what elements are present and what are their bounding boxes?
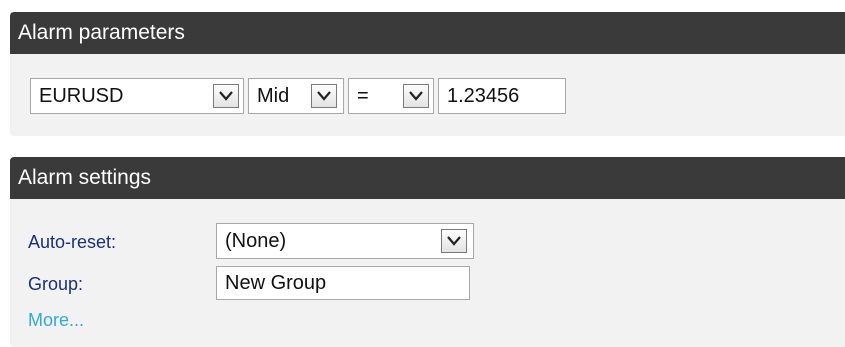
chevron-down-icon[interactable] bbox=[311, 84, 337, 108]
price-type-select-value: Mid bbox=[257, 85, 290, 107]
auto-reset-select-value: (None) bbox=[225, 230, 287, 252]
alarm-settings-panel: Alarm settings Auto-reset: (None) Group:… bbox=[10, 157, 845, 347]
group-input[interactable]: New Group bbox=[216, 266, 470, 300]
group-label: Group: bbox=[28, 274, 84, 294]
alarm-settings-header: Alarm settings bbox=[10, 157, 845, 199]
symbol-select[interactable]: EURUSD bbox=[30, 78, 244, 114]
operator-select-value: = bbox=[357, 85, 369, 107]
alarm-parameters-header: Alarm parameters bbox=[10, 12, 845, 54]
price-type-select[interactable]: Mid bbox=[248, 78, 344, 114]
chevron-down-icon[interactable] bbox=[441, 229, 467, 253]
auto-reset-select[interactable]: (None) bbox=[216, 223, 474, 259]
price-input[interactable]: 1.23456 bbox=[438, 78, 566, 114]
symbol-select-value: EURUSD bbox=[39, 85, 124, 107]
alarm-parameters-panel: Alarm parameters EURUSD Mid = 1.23456 bbox=[10, 12, 845, 136]
group-input-value: New Group bbox=[225, 272, 327, 294]
more-link[interactable]: More... bbox=[28, 310, 84, 331]
chevron-down-icon[interactable] bbox=[403, 84, 429, 108]
chevron-down-icon[interactable] bbox=[213, 84, 239, 108]
price-input-value: 1.23456 bbox=[447, 85, 520, 107]
operator-select[interactable]: = bbox=[348, 78, 434, 114]
auto-reset-label: Auto-reset: bbox=[28, 232, 117, 252]
